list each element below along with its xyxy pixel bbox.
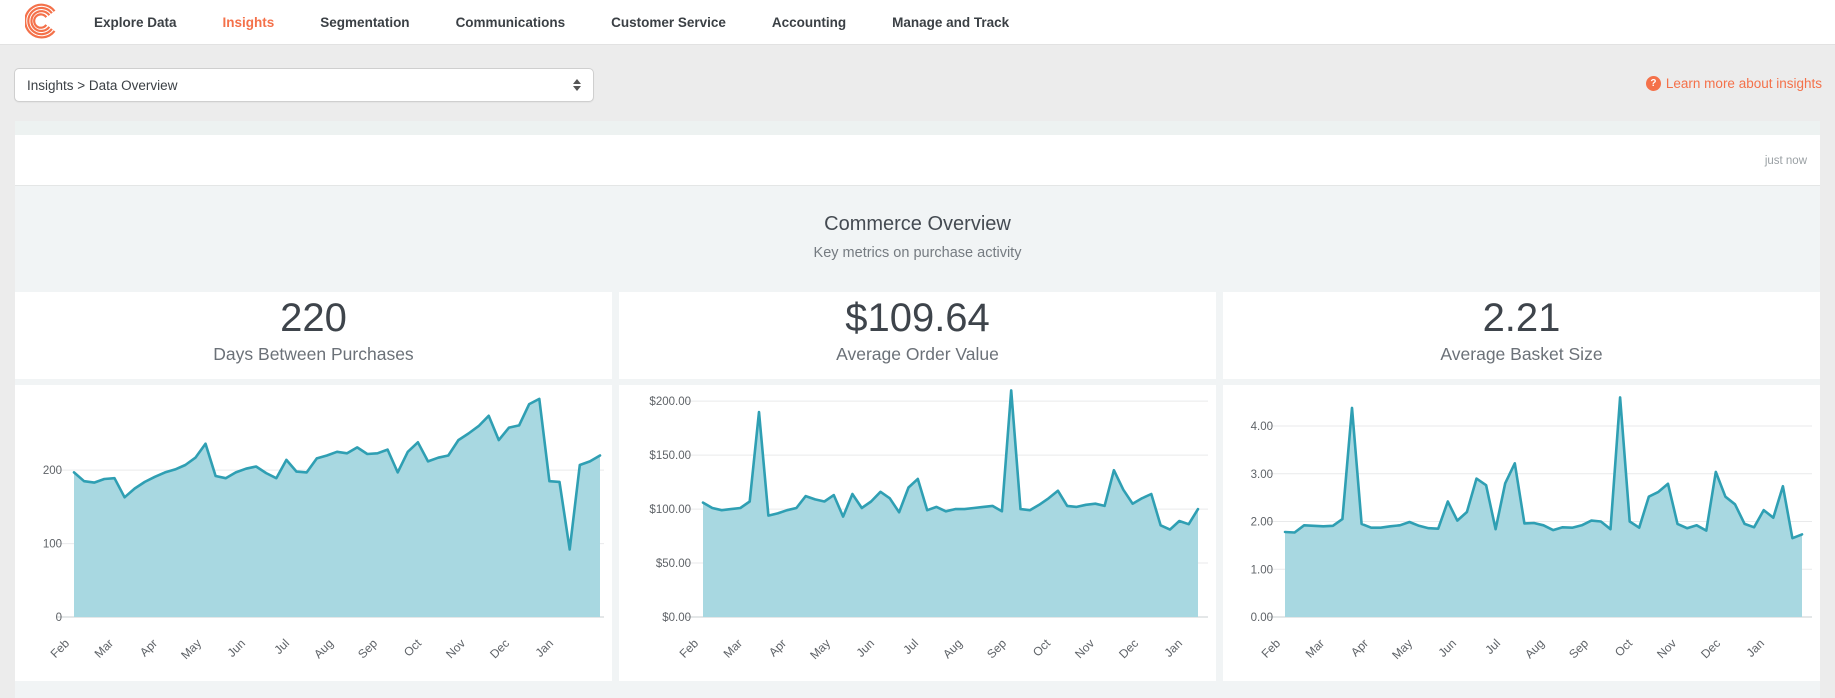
svg-text:$0.00: $0.00 — [662, 612, 691, 624]
svg-text:$100.00: $100.00 — [649, 504, 691, 516]
svg-text:Aug: Aug — [311, 636, 336, 661]
metric-card-average-order-value: $109.64 Average Order Value — [619, 292, 1216, 379]
metric-label: Average Order Value — [836, 344, 999, 364]
svg-text:Dec: Dec — [1116, 636, 1141, 661]
svg-text:Dec: Dec — [487, 636, 512, 661]
svg-text:Nov: Nov — [443, 636, 468, 661]
svg-text:Jun: Jun — [1436, 636, 1460, 660]
brand-logo[interactable] — [24, 2, 64, 42]
svg-text:Mar: Mar — [92, 636, 117, 661]
metrics-row: 220 Days Between Purchases $109.64 Avera… — [15, 292, 1820, 379]
svg-text:1.00: 1.00 — [1251, 564, 1273, 576]
svg-text:Apr: Apr — [766, 636, 789, 659]
svg-text:Jul: Jul — [1482, 636, 1503, 657]
svg-text:Oct: Oct — [1612, 636, 1636, 660]
svg-text:0.00: 0.00 — [1251, 612, 1273, 624]
metric-label: Average Basket Size — [1440, 344, 1603, 364]
report-content: just now Commerce Overview Key metrics o… — [15, 121, 1820, 698]
svg-text:Feb: Feb — [677, 636, 702, 661]
svg-text:2.00: 2.00 — [1251, 517, 1273, 529]
metric-value: 2.21 — [1482, 296, 1561, 340]
nav-item-explore-data[interactable]: Explore Data — [94, 15, 177, 30]
metric-value: $109.64 — [845, 296, 990, 340]
help-link-label: Learn more about insights — [1665, 76, 1822, 91]
svg-text:Feb: Feb — [48, 636, 73, 661]
svg-text:200: 200 — [43, 465, 62, 477]
custora-c-icon — [25, 3, 56, 39]
metric-value: 220 — [280, 296, 347, 340]
app-navbar: Explore Data Insights Segmentation Commu… — [0, 0, 1835, 45]
charts-row: 0 100 200 Feb Mar Apr May Jun Jul Aug Sep Oct Nov Dec… — [15, 385, 1820, 681]
metric-card-average-basket-size: 2.21 Average Basket Size — [1223, 292, 1820, 379]
svg-text:Sep: Sep — [1566, 636, 1591, 661]
nav-item-segmentation[interactable]: Segmentation — [320, 15, 409, 30]
svg-text:4.00: 4.00 — [1251, 421, 1273, 433]
svg-text:$200.00: $200.00 — [649, 396, 691, 408]
page-subtitle: Key metrics on purchase activity — [813, 245, 1022, 261]
svg-text:Sep: Sep — [984, 636, 1009, 661]
svg-text:100: 100 — [43, 539, 62, 551]
chart-average-basket-size: 0.00 1.00 2.00 3.00 4.00 Feb Mar Apr May Jun Jul Au… — [1223, 385, 1820, 681]
svg-text:Jan: Jan — [533, 636, 557, 660]
svg-text:$50.00: $50.00 — [656, 558, 691, 570]
report-select[interactable]: Insights > Data Overview — [14, 68, 594, 102]
svg-text:Dec: Dec — [1698, 636, 1723, 661]
section-header: Commerce Overview Key metrics on purchas… — [15, 186, 1820, 292]
bottom-spacer — [15, 681, 1820, 698]
report-select-value: Insights > Data Overview — [27, 77, 178, 93]
svg-text:Oct: Oct — [401, 636, 425, 660]
area-chart-svg: $0.00 $50.00 $100.00 $150.00 $200.00 Feb Mar Ap… — [649, 389, 1208, 662]
svg-text:Oct: Oct — [1030, 636, 1054, 660]
svg-text:Jul: Jul — [900, 636, 921, 657]
svg-text:Sep: Sep — [355, 636, 380, 661]
svg-text:Jan: Jan — [1744, 636, 1768, 660]
svg-text:May: May — [178, 636, 204, 662]
svg-text:Feb: Feb — [1259, 636, 1284, 661]
svg-text:Jul: Jul — [271, 636, 292, 657]
svg-text:$150.00: $150.00 — [649, 450, 691, 462]
page-title: Commerce Overview — [824, 213, 1011, 235]
svg-text:Apr: Apr — [137, 636, 160, 659]
status-strip — [15, 121, 1820, 135]
svg-text:3.00: 3.00 — [1251, 469, 1273, 481]
svg-text:Mar: Mar — [721, 636, 746, 661]
svg-text:Jun: Jun — [854, 636, 878, 660]
nav-item-accounting[interactable]: Accounting — [772, 15, 846, 30]
chart-average-order-value: $0.00 $50.00 $100.00 $150.00 $200.00 Feb Mar Ap… — [619, 385, 1216, 681]
status-updated-text: just now — [1764, 154, 1807, 167]
metric-label: Days Between Purchases — [213, 344, 414, 364]
svg-text:0: 0 — [56, 612, 62, 624]
svg-text:Aug: Aug — [1522, 636, 1547, 661]
svg-text:Nov: Nov — [1654, 636, 1679, 661]
report-body: Commerce Overview Key metrics on purchas… — [15, 186, 1820, 698]
status-bar: just now — [15, 121, 1820, 186]
svg-text:Mar: Mar — [1303, 636, 1328, 661]
nav-item-manage-and-track[interactable]: Manage and Track — [892, 15, 1009, 30]
select-stepper-icon — [573, 79, 581, 91]
area-chart-svg: 0 100 200 Feb Mar Apr May Jun Jul Aug Sep Oct Nov Dec… — [43, 397, 604, 662]
svg-text:Jun: Jun — [225, 636, 249, 660]
help-link[interactable]: ? Learn more about insights — [1645, 76, 1822, 91]
svg-text:Jan: Jan — [1162, 636, 1186, 660]
nav-item-insights[interactable]: Insights — [223, 15, 275, 30]
svg-text:May: May — [1389, 636, 1415, 662]
svg-text:Nov: Nov — [1072, 636, 1097, 661]
question-circle-icon: ? — [1645, 76, 1661, 91]
chart-days-between-purchases: 0 100 200 Feb Mar Apr May Jun Jul Aug Sep Oct Nov Dec… — [15, 385, 612, 681]
main-nav: Explore Data Insights Segmentation Commu… — [94, 15, 1055, 30]
metric-card-days-between-purchases: 220 Days Between Purchases — [15, 292, 612, 379]
svg-text:Aug: Aug — [940, 636, 965, 661]
svg-text:Apr: Apr — [1348, 636, 1371, 659]
svg-text:May: May — [807, 636, 833, 662]
nav-item-customer-service[interactable]: Customer Service — [611, 15, 726, 30]
nav-item-communications[interactable]: Communications — [456, 15, 566, 30]
area-chart-svg: 0.00 1.00 2.00 3.00 4.00 Feb Mar Apr May Jun Jul Au… — [1251, 396, 1812, 662]
report-toolbar: Insights > Data Overview ? Learn more ab… — [0, 45, 1835, 121]
